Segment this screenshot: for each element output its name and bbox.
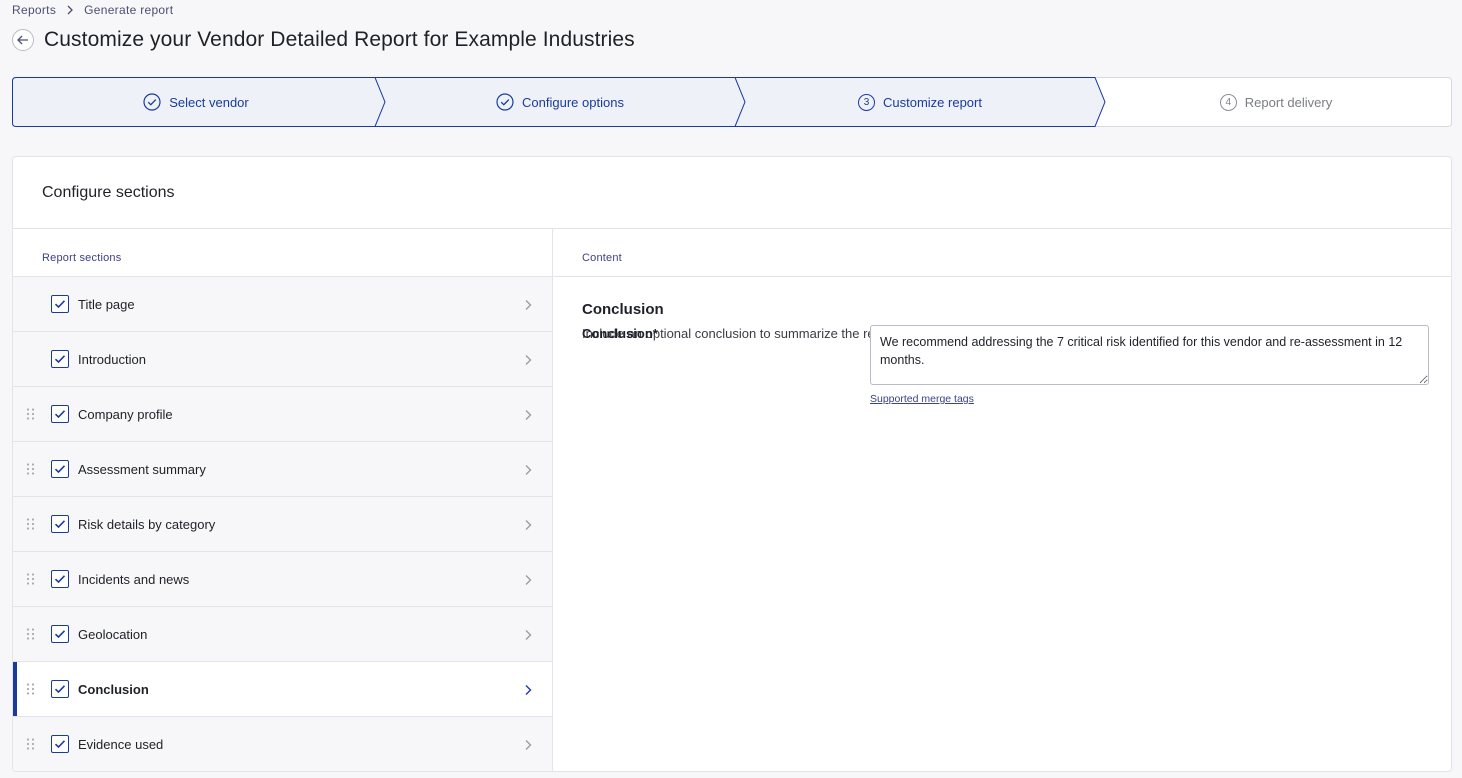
- content-label: Content: [553, 229, 1451, 277]
- drag-handle-icon[interactable]: [26, 738, 36, 751]
- step-configure-options[interactable]: Configure options: [380, 77, 740, 127]
- step-number: 3: [858, 93, 875, 111]
- step-label: Report delivery: [1244, 94, 1333, 110]
- content-panel: Content Conclusion Include an optional c…: [553, 229, 1451, 771]
- conclusion-textarea[interactable]: We recommend addressing the 7 critical r…: [870, 325, 1429, 385]
- section-row-risk-details-by-category[interactable]: Risk details by category: [13, 497, 552, 552]
- step-customize-report[interactable]: 3 Customize report: [740, 77, 1100, 127]
- page-title: Customize your Vendor Detailed Report fo…: [44, 28, 635, 51]
- section-checkbox[interactable]: [51, 460, 69, 478]
- section-label: Conclusion: [78, 681, 149, 697]
- breadcrumb: Reports Generate report: [12, 3, 173, 17]
- section-row-evidence-used[interactable]: Evidence used: [13, 717, 552, 771]
- section-label: Incidents and news: [78, 571, 190, 587]
- section-label: Risk details by category: [78, 516, 216, 532]
- checkmark-icon: [54, 520, 66, 529]
- section-list: Title page Introduction Company profile …: [13, 277, 552, 771]
- conclusion-field-label: Conclusion*: [582, 326, 658, 341]
- section-row-introduction[interactable]: Introduction: [13, 332, 552, 387]
- section-row-conclusion[interactable]: Conclusion: [13, 662, 552, 717]
- section-row-company-profile[interactable]: Company profile: [13, 387, 552, 442]
- section-label: Title page: [78, 296, 135, 312]
- section-label: Evidence used: [78, 736, 164, 752]
- drag-handle-icon[interactable]: [26, 683, 36, 696]
- section-row-assessment-summary[interactable]: Assessment summary: [13, 442, 552, 497]
- drag-handle-icon[interactable]: [26, 518, 36, 531]
- checkmark-icon: [54, 685, 66, 694]
- breadcrumb-current: Generate report: [84, 3, 174, 17]
- section-row-geolocation[interactable]: Geolocation: [13, 607, 552, 662]
- chevron-right-icon: [524, 518, 534, 530]
- section-checkbox[interactable]: [51, 735, 69, 753]
- report-sections-label: Report sections: [13, 229, 552, 277]
- section-label: Introduction: [78, 351, 146, 367]
- checkmark-icon: [54, 300, 66, 309]
- report-sections-panel: Report sections Title page Introduction: [13, 229, 553, 771]
- breadcrumb-reports-link[interactable]: Reports: [12, 3, 56, 17]
- chevron-right-icon: [524, 408, 534, 420]
- drag-handle-icon[interactable]: [26, 628, 36, 641]
- chevron-right-icon: [524, 353, 534, 365]
- step-number: 4: [1219, 93, 1237, 111]
- check-circle-icon: [496, 93, 514, 111]
- drag-handle-icon[interactable]: [26, 408, 36, 421]
- chevron-right-icon: [524, 683, 534, 695]
- section-checkbox[interactable]: [51, 515, 69, 533]
- checkmark-icon: [54, 630, 66, 639]
- checkmark-icon: [54, 465, 66, 474]
- step-label: Customize report: [883, 94, 982, 110]
- chevron-right-icon: [524, 463, 534, 475]
- back-button[interactable]: [12, 29, 34, 51]
- step-label: Configure options: [522, 94, 624, 110]
- step-report-delivery: 4 Report delivery: [1100, 77, 1452, 127]
- checkmark-icon: [54, 410, 66, 419]
- section-checkbox[interactable]: [51, 680, 69, 698]
- section-label: Assessment summary: [78, 461, 206, 477]
- section-label: Company profile: [78, 406, 173, 422]
- chevron-right-icon: [64, 4, 76, 16]
- section-checkbox[interactable]: [51, 405, 69, 423]
- section-label: Geolocation: [78, 626, 148, 642]
- section-row-title-page[interactable]: Title page: [13, 277, 552, 332]
- check-circle-icon: [143, 93, 161, 111]
- chevron-right-icon: [524, 628, 534, 640]
- step-label: Select vendor: [169, 94, 249, 110]
- section-checkbox[interactable]: [51, 350, 69, 368]
- title-row: Customize your Vendor Detailed Report fo…: [12, 28, 635, 52]
- chevron-right-icon: [524, 298, 534, 310]
- section-checkbox[interactable]: [51, 295, 69, 313]
- section-row-incidents-and-news[interactable]: Incidents and news: [13, 552, 552, 607]
- checkmark-icon: [54, 740, 66, 749]
- supported-merge-tags-link[interactable]: Supported merge tags: [870, 393, 974, 405]
- step-select-vendor[interactable]: Select vendor: [12, 77, 380, 127]
- chevron-right-icon: [524, 573, 534, 585]
- section-checkbox[interactable]: [51, 570, 69, 588]
- card-title: Configure sections: [13, 157, 1451, 229]
- arrow-left-icon: [17, 35, 28, 45]
- progress-stepper: Select vendor Configure options 3 Custom…: [12, 77, 1452, 127]
- checkmark-icon: [54, 355, 66, 364]
- content-title: Conclusion: [582, 301, 664, 318]
- section-checkbox[interactable]: [51, 625, 69, 643]
- checkmark-icon: [54, 575, 66, 584]
- drag-handle-icon[interactable]: [26, 463, 36, 476]
- configure-sections-card: Configure sections Report sections Title…: [12, 156, 1452, 772]
- chevron-right-icon: [524, 738, 534, 750]
- drag-handle-icon[interactable]: [26, 573, 36, 586]
